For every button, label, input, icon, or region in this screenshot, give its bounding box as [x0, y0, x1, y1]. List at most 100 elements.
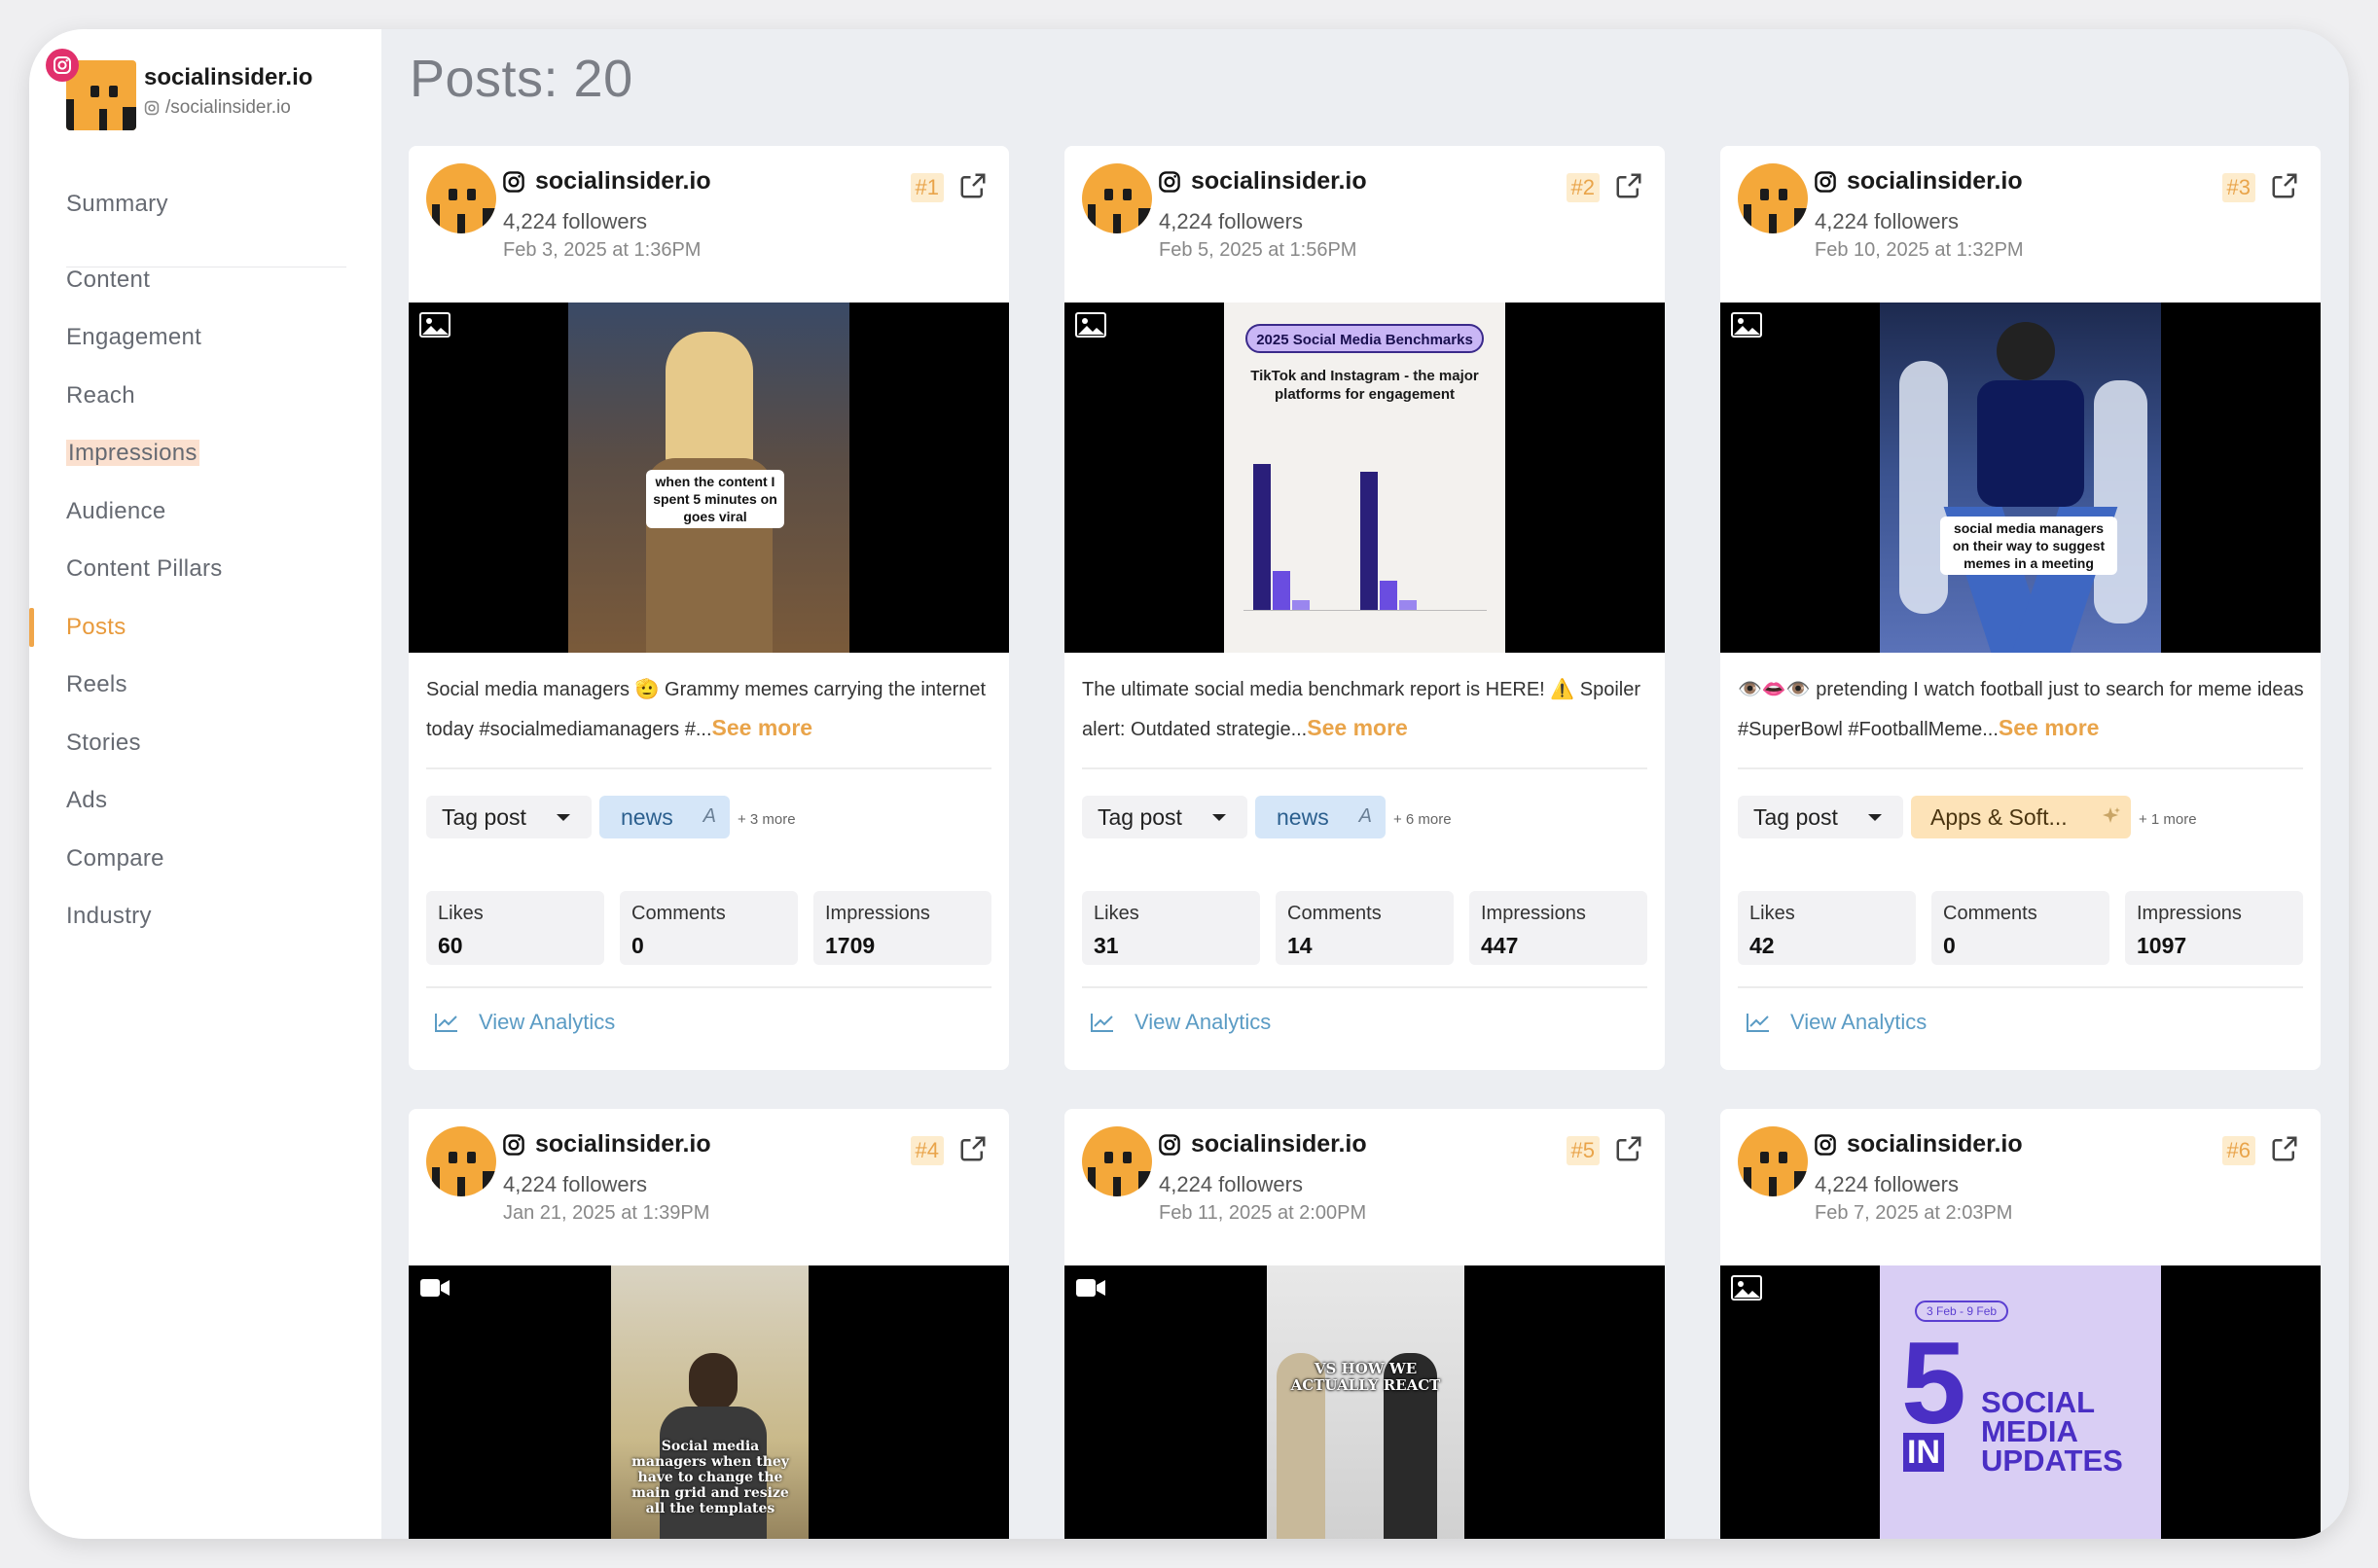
post-account[interactable]: socialinsider.io — [1158, 167, 1367, 196]
post-account[interactable]: socialinsider.io — [1814, 167, 2023, 196]
post-date: Feb 7, 2025 at 2:03PM — [1815, 1202, 2013, 1224]
metric-comments: Comments 14 — [1276, 891, 1454, 965]
post-account[interactable]: socialinsider.io — [502, 1130, 711, 1158]
tag-chip-apps[interactable]: Apps & Soft... — [1911, 796, 2131, 838]
app-window: socialinsider.io /socialinsider.io Summa… — [29, 29, 2349, 1539]
post-date: Jan 21, 2025 at 1:39PM — [503, 1202, 710, 1224]
nav-item-content[interactable]: Content — [66, 259, 346, 317]
post-rank-badge: #2 — [1566, 173, 1600, 202]
nav-item-content-pillars[interactable]: Content Pillars — [66, 548, 346, 606]
see-more-link[interactable]: See more — [712, 715, 813, 740]
more-tags[interactable]: + 6 more — [1393, 811, 1452, 828]
line-chart-icon — [1091, 1014, 1113, 1032]
post-date: Feb 5, 2025 at 1:56PM — [1159, 239, 1357, 261]
nav-item-reach[interactable]: Reach — [66, 374, 346, 433]
nav-item-impressions[interactable]: Impressions — [66, 432, 346, 490]
post-followers: 4,224 followers — [503, 1172, 647, 1196]
tag-post-dropdown[interactable]: Tag post — [1738, 796, 1903, 838]
instagram-icon — [503, 1133, 524, 1156]
post-caption: 👁️👄👁️ pretending I watch football just t… — [1738, 679, 2304, 740]
tag-chip-news[interactable]: news A — [1255, 796, 1386, 838]
nav-item-stories[interactable]: Stories — [66, 722, 346, 780]
metric-likes: Likes 60 — [426, 891, 604, 965]
post-avatar — [1082, 163, 1152, 233]
post-account[interactable]: socialinsider.io — [1814, 1130, 2023, 1158]
post-account-name: socialinsider.io — [1191, 1130, 1367, 1158]
view-analytics-link[interactable]: View Analytics — [434, 1010, 615, 1035]
media-overlay-big-number: 5 — [1901, 1318, 1966, 1448]
post-rank-badge: #5 — [1566, 1136, 1600, 1165]
post-caption: The ultimate social media benchmark repo… — [1082, 679, 1641, 740]
image-icon — [1075, 312, 1106, 338]
more-tags[interactable]: + 3 more — [738, 811, 796, 828]
post-avatar — [1082, 1126, 1152, 1196]
image-icon — [1731, 1275, 1762, 1301]
post-followers: 4,224 followers — [1815, 209, 1959, 233]
nav-item-posts[interactable]: Posts — [29, 606, 346, 664]
post-account-name: socialinsider.io — [535, 167, 711, 195]
nav-item-compare[interactable]: Compare — [66, 837, 346, 896]
post-media[interactable]: VS HOW WE ACTUALLY REACT — [1064, 1265, 1665, 1539]
more-tags[interactable]: + 1 more — [2139, 811, 2197, 828]
post-account[interactable]: socialinsider.io — [502, 167, 711, 196]
metric-likes: Likes 42 — [1738, 891, 1916, 965]
view-analytics-link[interactable]: View Analytics — [1746, 1010, 1927, 1035]
instagram-icon — [1159, 170, 1180, 193]
nav-item-audience[interactable]: Audience — [66, 490, 346, 549]
post-card-2: socialinsider.io 4,224 followers Feb 5, … — [1064, 146, 1665, 1070]
post-card-5: socialinsider.io 4,224 followers Feb 11,… — [1064, 1109, 1665, 1539]
tag-chip-news[interactable]: news A — [599, 796, 730, 838]
nav-item-engagement[interactable]: Engagement — [66, 316, 346, 374]
nav-item-ads[interactable]: Ads — [66, 779, 346, 837]
post-avatar — [426, 163, 496, 233]
post-avatar — [426, 1126, 496, 1196]
post-media[interactable]: social media managers on their way to su… — [1720, 303, 2321, 653]
nav-item-summary[interactable]: Summary — [66, 183, 346, 241]
view-analytics-link[interactable]: View Analytics — [1090, 1010, 1271, 1035]
line-chart-icon — [435, 1014, 457, 1032]
post-media[interactable]: when the content I spent 5 minutes on go… — [409, 303, 1009, 653]
instagram-icon — [503, 170, 524, 193]
post-account-name: socialinsider.io — [535, 1130, 711, 1158]
ai-icon: A — [703, 805, 716, 827]
metric-comments: Comments 0 — [620, 891, 798, 965]
brand-handle-text: /socialinsider.io — [165, 97, 291, 118]
nav-item-reels[interactable]: Reels — [66, 663, 346, 722]
post-thumbnail: Social media managers when they have to … — [611, 1265, 809, 1539]
metric-likes: Likes 31 — [1082, 891, 1260, 965]
caret-down-icon — [557, 814, 570, 821]
post-card-4: socialinsider.io 4,224 followers Jan 21,… — [409, 1109, 1009, 1539]
post-media[interactable]: 2025 Social Media Benchmarks TikTok and … — [1064, 303, 1665, 653]
post-date: Feb 10, 2025 at 1:32PM — [1815, 239, 2024, 261]
image-icon — [419, 312, 450, 338]
post-thumbnail: social media managers on their way to su… — [1880, 303, 2161, 653]
post-account-name: socialinsider.io — [1847, 1130, 2023, 1158]
post-thumbnail: when the content I spent 5 minutes on go… — [568, 303, 849, 653]
post-media[interactable]: 3 Feb - 9 Feb 5 IN SOCIAL MEDIA UPDATES — [1720, 1265, 2321, 1539]
external-link-icon[interactable] — [958, 1134, 988, 1163]
media-overlay-text: Social media managers when they have to … — [631, 1439, 789, 1516]
see-more-link[interactable]: See more — [1307, 715, 1408, 740]
instagram-icon — [144, 100, 160, 116]
tag-post-dropdown[interactable]: Tag post — [1082, 796, 1247, 838]
post-followers: 4,224 followers — [1815, 1172, 1959, 1196]
external-link-icon[interactable] — [1614, 171, 1643, 200]
external-link-icon[interactable] — [1614, 1134, 1643, 1163]
see-more-link[interactable]: See more — [1999, 715, 2100, 740]
video-icon — [1076, 1279, 1105, 1297]
post-media[interactable]: Social media managers when they have to … — [409, 1265, 1009, 1539]
caret-down-icon — [1868, 814, 1882, 821]
external-link-icon[interactable] — [958, 171, 988, 200]
caret-down-icon — [1212, 814, 1226, 821]
post-account[interactable]: socialinsider.io — [1158, 1130, 1367, 1158]
external-link-icon[interactable] — [2270, 1134, 2299, 1163]
divider — [1082, 986, 1647, 988]
post-caption: Social media managers 🫡 Grammy memes car… — [426, 679, 987, 740]
sidebar-nav: Summary Content Engagement Reach Impress… — [29, 183, 346, 953]
brand-name: socialinsider.io — [144, 64, 313, 90]
post-avatar — [1738, 163, 1808, 233]
tag-post-dropdown[interactable]: Tag post — [426, 796, 592, 838]
nav-item-industry[interactable]: Industry — [66, 895, 346, 953]
instagram-badge-icon — [46, 49, 79, 82]
external-link-icon[interactable] — [2270, 171, 2299, 200]
